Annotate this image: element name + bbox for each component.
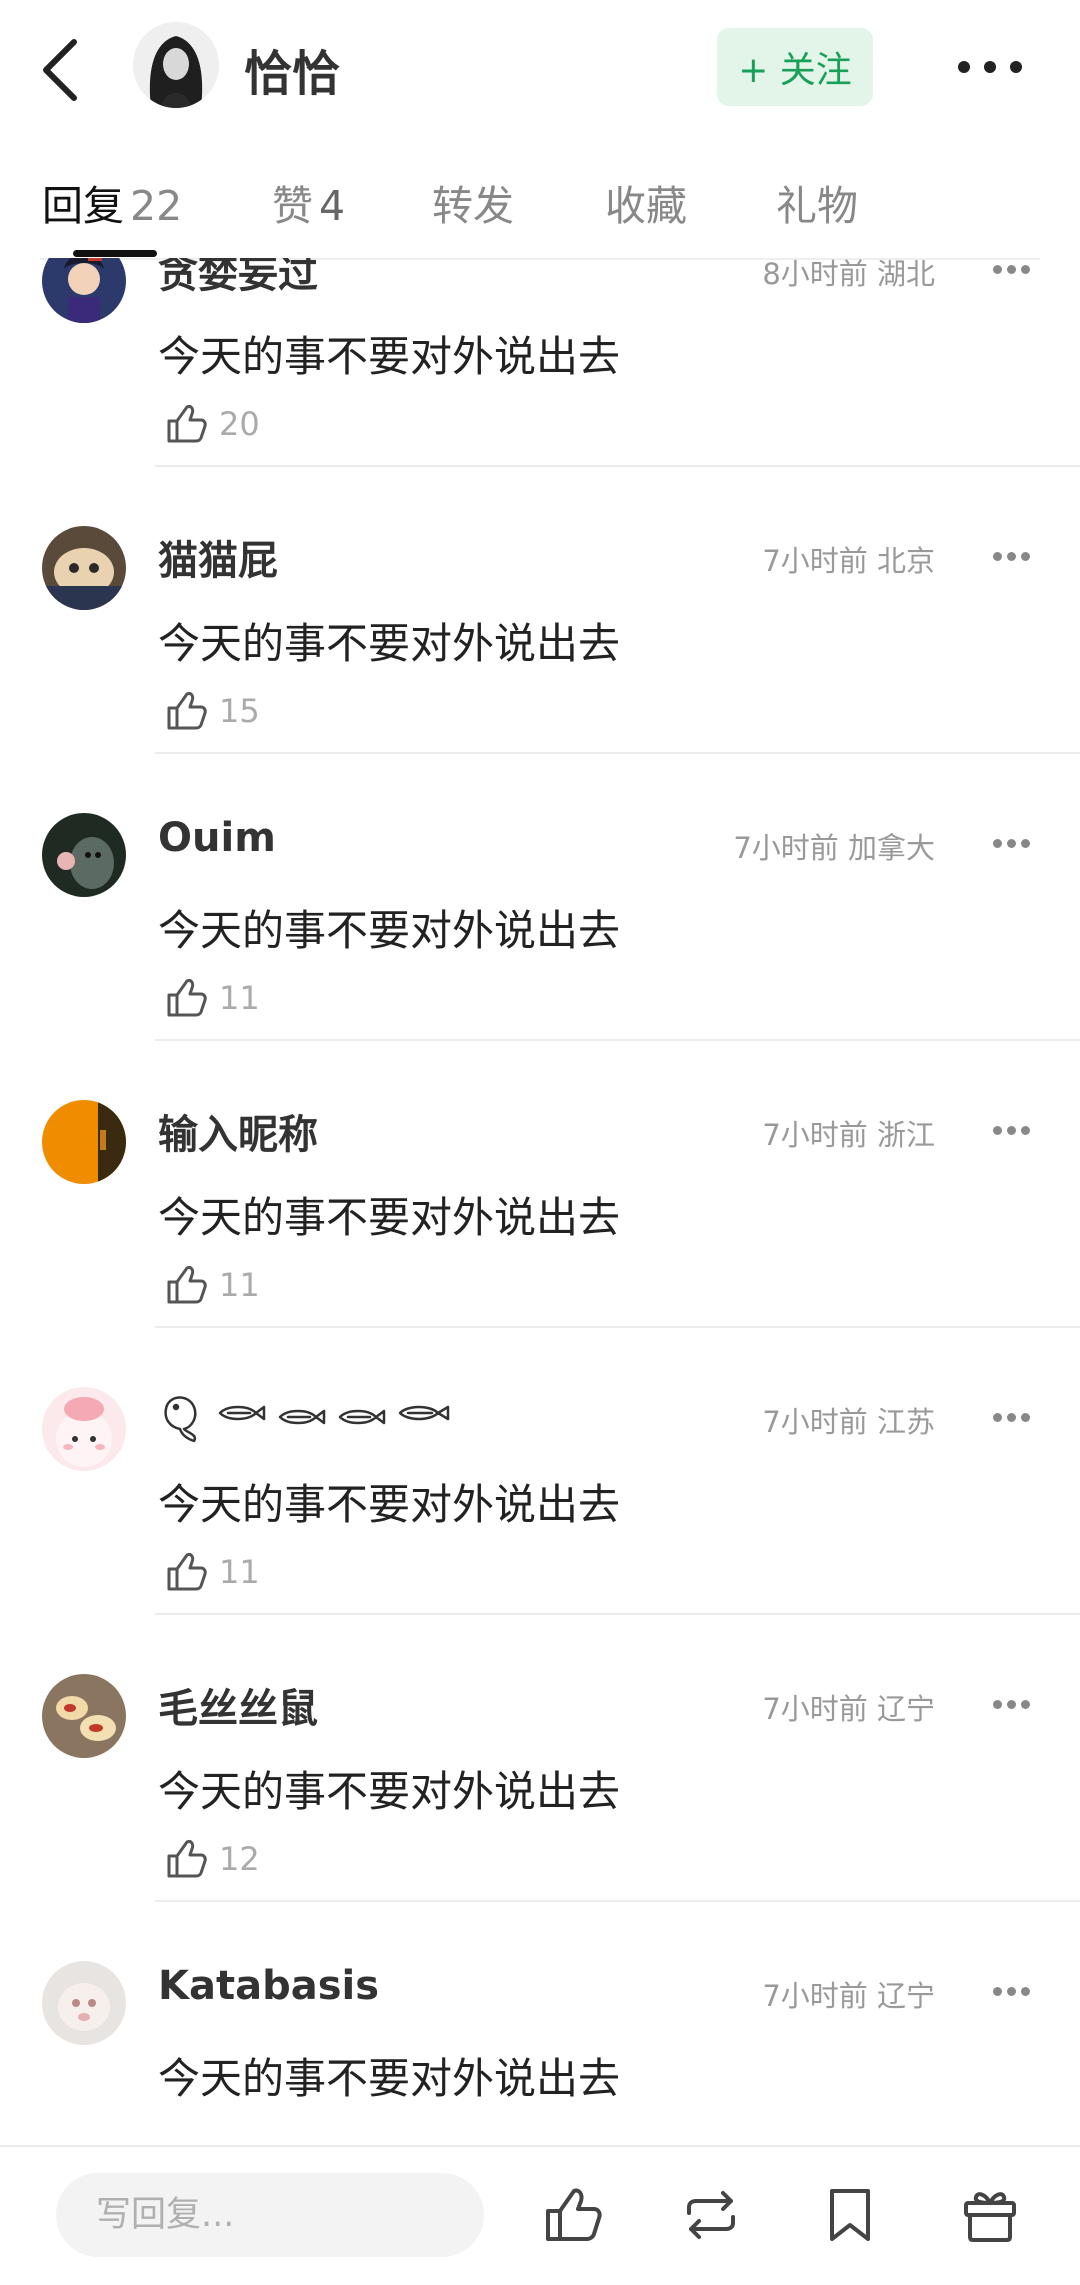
comment-divider [155,752,1080,754]
comment-more-icon[interactable] [993,1120,1037,1135]
tab-label: 礼物 [776,182,858,230]
tab-count: 22 [130,182,183,230]
back-chevron-icon[interactable] [30,30,90,110]
comment-divider [155,1326,1080,1328]
comment-more-icon[interactable] [993,1407,1037,1422]
like-button[interactable]: 12 [163,1834,260,1884]
commenter-avatar[interactable] [42,258,126,323]
comment-time-location: 8小时前 湖北 [762,258,935,291]
like-button[interactable]: 11 [163,1260,260,1310]
commenter-name[interactable]: 输入昵称 [158,1102,318,1160]
like-count: 11 [219,979,260,1017]
user-avatar[interactable] [133,22,219,108]
like-count: 11 [219,1553,260,1591]
bottom-action-bar [0,2145,1080,2285]
comment-item: Ouim 7小时前 加拿大 今天的事不要对外说出去 11 [0,787,1080,1074]
comment-list[interactable]: 贪婪妄过 8小时前 湖北 今天的事不要对外说出去 20 猫猫屁 7小时前 北京 … [0,258,1080,2145]
tab-label: 收藏 [605,182,687,230]
commenter-name[interactable]: 贪婪妄过 [158,258,318,299]
comment-divider [155,1039,1080,1041]
comment-time-location: 7小时前 北京 [762,544,935,578]
comment-more-icon[interactable] [993,259,1037,274]
more-options-icon[interactable] [950,42,1030,92]
comment-text: 今天的事不要对外说出去 [158,1480,621,1529]
comment-time-location: 7小时前 浙江 [762,1118,935,1152]
repost-icon[interactable] [679,2183,743,2247]
user-name[interactable]: 恰恰 [244,34,340,104]
thumbs-up-icon [167,405,207,443]
like-count: 12 [219,1840,260,1878]
comment-item: Katabasis 7小时前 辽宁 今天的事不要对外说出去 [0,1935,1080,2145]
like-button[interactable]: 11 [163,1547,260,1597]
tab-label: 回复 [42,182,124,230]
tab-gifts[interactable]: 礼物 [776,172,858,232]
comment-item: 毛丝丝鼠 7小时前 辽宁 今天的事不要对外说出去 12 [0,1648,1080,1935]
comment-divider [155,1613,1080,1615]
comment-more-icon[interactable] [993,1981,1037,1996]
tab-likes[interactable]: 赞4 [272,172,345,232]
like-button[interactable]: 20 [163,399,260,449]
commenter-name[interactable]: Katabasis [158,1963,379,2009]
comment-text: 今天的事不要对外说出去 [158,619,621,668]
commenter-avatar[interactable] [42,1387,126,1471]
like-count: 20 [219,405,260,443]
thumbs-up-icon [167,692,207,730]
comment-time-location: 7小时前 辽宁 [762,1979,935,2013]
tab-count: 4 [319,182,346,230]
commenter-name[interactable]: 猫猫屁 [158,528,278,586]
tab-reposts[interactable]: 转发 [432,172,514,232]
commenter-avatar[interactable] [42,1961,126,2045]
thumbs-up-icon [167,979,207,1017]
follow-button[interactable]: + 关注 [717,28,873,106]
tab-replies[interactable]: 回复 22 [42,172,182,232]
bookmark-icon[interactable] [818,2183,882,2247]
thumbs-up-icon[interactable] [540,2183,604,2247]
tab-label: 转发 [432,182,514,230]
comment-divider [155,1900,1080,1902]
thumbs-up-icon [167,1840,207,1878]
tab-favorites[interactable]: 收藏 [605,172,687,232]
comment-time-location: 7小时前 辽宁 [762,1692,935,1726]
like-count: 15 [219,692,260,730]
like-button[interactable]: 11 [163,973,260,1023]
commenter-avatar[interactable] [42,813,126,897]
comment-more-icon[interactable] [993,833,1037,848]
comment-text: 今天的事不要对外说出去 [158,906,621,955]
comment-divider [155,465,1080,467]
comment-more-icon[interactable] [993,1694,1037,1709]
thumbs-up-icon [167,1266,207,1304]
commenter-avatar[interactable] [42,1100,126,1184]
comment-text: 今天的事不要对外说出去 [158,2054,621,2103]
reply-input[interactable] [56,2173,484,2257]
commenter-avatar[interactable] [42,526,126,610]
commenter-name[interactable]: Ouim [158,815,276,861]
comment-time-location: 7小时前 江苏 [762,1405,935,1439]
like-count: 11 [219,1266,260,1304]
active-tab-indicator [73,250,157,257]
comment-time-location: 7小时前 加拿大 [733,831,935,865]
top-header: 恰恰 + 关注 [0,0,1080,135]
comment-item: 贪婪妄过 8小时前 湖北 今天的事不要对外说出去 20 [0,258,1080,500]
tab-bar: 回复 22 赞4 转发 收藏 礼物 [0,160,1080,258]
tab-label: 赞 [272,182,313,230]
comment-item: 猫猫屁 7小时前 北京 今天的事不要对外说出去 15 [0,500,1080,787]
comment-item: 7小时前 江苏 今天的事不要对外说出去 11 [0,1361,1080,1648]
like-button[interactable]: 15 [163,686,260,736]
comment-text: 今天的事不要对外说出去 [158,1193,621,1242]
commenter-name[interactable]: 毛丝丝鼠 [158,1676,318,1734]
gift-icon[interactable] [958,2183,1022,2247]
comment-text: 今天的事不要对外说出去 [158,332,621,381]
commenter-avatar[interactable] [42,1674,126,1758]
comment-more-icon[interactable] [993,546,1037,561]
fish-drawing-name-icon[interactable] [158,1383,468,1443]
comment-item: 输入昵称 7小时前 浙江 今天的事不要对外说出去 11 [0,1074,1080,1361]
thumbs-up-icon [167,1553,207,1591]
comment-text: 今天的事不要对外说出去 [158,1767,621,1816]
